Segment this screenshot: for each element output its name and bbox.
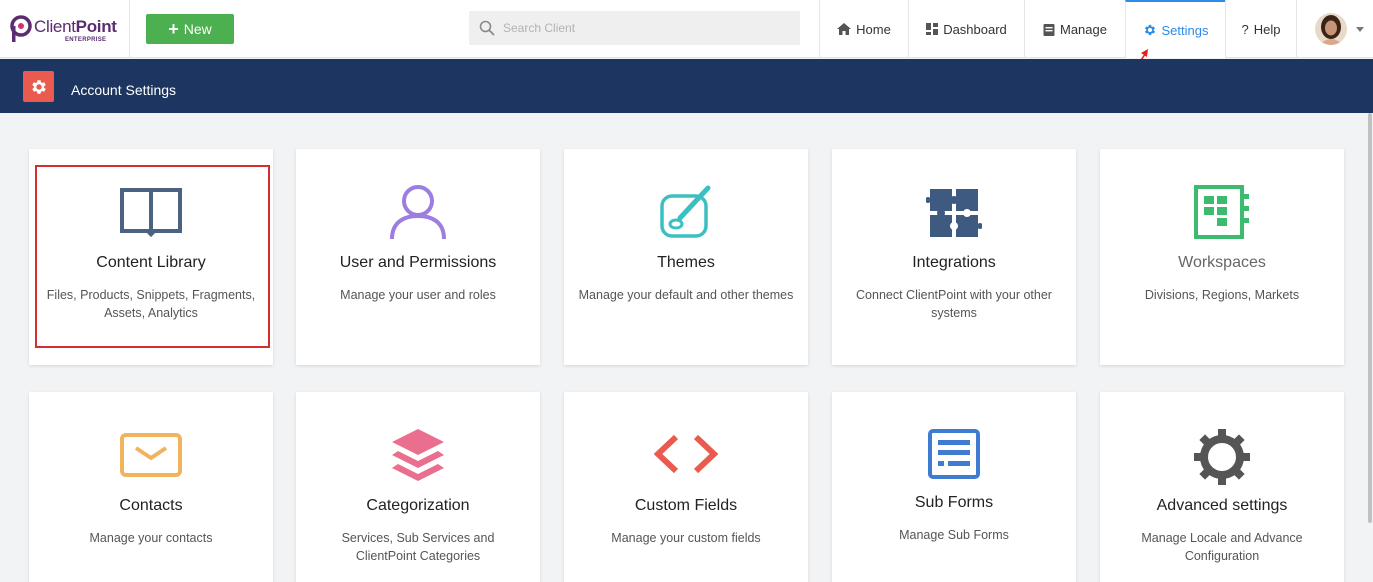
clientpoint-logo[interactable]: ClientPoint ENTERPRISE [0, 0, 130, 58]
home-icon [837, 23, 852, 35]
chevron-down-icon[interactable] [1356, 27, 1364, 32]
card-workspaces[interactable]: Workspaces Divisions, Regions, Markets [1100, 149, 1344, 365]
card-themes[interactable]: Themes Manage your default and other the… [564, 149, 808, 365]
card-title: Sub Forms [914, 494, 994, 511]
card-contacts[interactable]: Contacts Manage your contacts [29, 392, 273, 582]
card-sub-forms[interactable]: Sub Forms Manage Sub Forms [832, 392, 1076, 582]
palette-brush-icon [564, 184, 808, 240]
workspace-grid-icon [1100, 184, 1344, 240]
cog-icon [1100, 428, 1344, 486]
card-title: Content Library [96, 254, 206, 271]
card-title: Contacts [119, 497, 183, 514]
card-content-library[interactable]: Content Library Files, Products, Snippet… [29, 149, 273, 365]
gear-icon [1144, 24, 1155, 36]
nav-help-label: Help [1253, 21, 1281, 37]
nav-home-label: Home [856, 21, 891, 37]
card-description: Manage your default and other themes [578, 288, 794, 302]
scrollbar-thumb[interactable] [1368, 113, 1372, 523]
clientpoint-logo-mark-icon [10, 15, 32, 42]
account-settings-badge [23, 71, 54, 102]
new-button[interactable]: + New [146, 14, 234, 44]
page-title: Account Settings [71, 82, 177, 98]
card-title: Integrations [912, 254, 996, 271]
card-title: Workspaces [1178, 254, 1266, 271]
search-icon [479, 20, 495, 36]
card-title: Categorization [366, 497, 470, 514]
card-description: Services, Sub Services and ClientPoint C… [341, 531, 495, 563]
card-description: Divisions, Regions, Markets [1144, 288, 1300, 302]
top-bar: ClientPoint ENTERPRISE + New Home Dashbo… [0, 0, 1373, 75]
card-description: Manage your user and roles [340, 288, 496, 302]
dashboard-icon [926, 23, 939, 35]
card-title: Custom Fields [634, 497, 738, 514]
gear-icon [31, 79, 46, 94]
new-button-label: New [183, 21, 212, 37]
card-advanced-settings[interactable]: Advanced settings Manage Locale and Adva… [1100, 392, 1344, 582]
card-integrations[interactable]: Integrations Connect ClientPoint with yo… [832, 149, 1076, 365]
user-icon [296, 184, 540, 240]
card-description: Manage your custom fields [611, 531, 761, 545]
card-title: Advanced settings [1156, 497, 1288, 514]
avatar[interactable] [1315, 13, 1347, 45]
nav-manage-label: Manage [1060, 21, 1107, 37]
code-brackets-icon [564, 434, 808, 474]
avatar-image [1315, 13, 1347, 45]
envelope-icon [29, 432, 273, 478]
search-box [469, 11, 800, 45]
card-description: Manage Locale and Advance Configuration [1141, 531, 1303, 563]
card-user-and-permissions[interactable]: User and Permissions Manage your user an… [296, 149, 540, 365]
card-title: User and Permissions [339, 254, 497, 271]
layers-icon [296, 427, 540, 483]
question-icon: ? [1241, 21, 1249, 37]
card-title: Themes [657, 254, 715, 271]
page-header: Account Settings [0, 59, 1373, 113]
nav-dashboard[interactable]: Dashboard [908, 0, 1024, 58]
card-description: Manage Sub Forms [899, 528, 1009, 542]
card-description: Connect ClientPoint with your other syst… [856, 288, 1052, 320]
nav-manage[interactable]: Manage [1024, 0, 1125, 58]
card-custom-fields[interactable]: Custom Fields Manage your custom fields [564, 392, 808, 582]
logo-wordmark: ClientPoint [34, 17, 117, 36]
nav-help[interactable]: ? Help [1225, 0, 1296, 58]
search-input[interactable] [503, 11, 793, 45]
card-categorization[interactable]: Categorization Services, Sub Services an… [296, 392, 540, 582]
nav-home[interactable]: Home [819, 0, 908, 58]
card-description: Files, Products, Snippets, Fragments, As… [46, 288, 256, 320]
form-icon [832, 428, 1076, 480]
scrollbar[interactable] [1367, 113, 1373, 582]
nav-settings-label: Settings [1161, 22, 1209, 38]
clipboard-icon [1043, 23, 1055, 36]
logo-subtitle: ENTERPRISE [65, 37, 107, 43]
nav-dashboard-label: Dashboard [943, 21, 1007, 37]
plus-icon: + [168, 19, 179, 39]
user-menu[interactable] [1296, 0, 1373, 58]
puzzle-icon [832, 185, 1076, 241]
card-description: Manage your contacts [89, 531, 213, 545]
book-icon [29, 187, 273, 237]
